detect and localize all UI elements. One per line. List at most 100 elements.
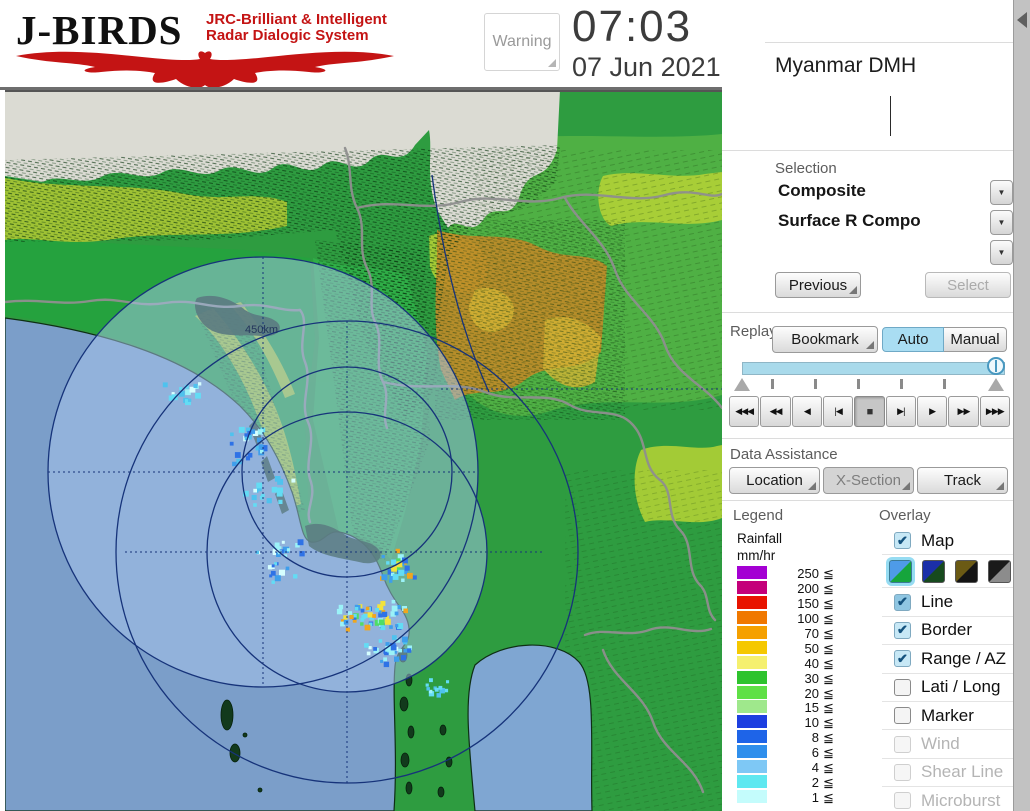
legend-comparator: ≦ (823, 595, 834, 611)
replay-slider-track[interactable] (742, 362, 1005, 375)
legend-entry: 6 ≦ (737, 745, 847, 760)
legend-entry: 200 ≦ (737, 580, 847, 596)
location-button[interactable]: Location (729, 467, 820, 494)
replay-tick (900, 379, 903, 389)
replay-range-end-marker[interactable] (988, 378, 1004, 391)
track-button[interactable]: Track (917, 467, 1008, 494)
legend-value: 10 (804, 715, 819, 731)
overlay-row-shear-line: Shear Line (882, 759, 1013, 788)
overlay-item-label: Map (921, 530, 955, 550)
legend-comparator: ≦ (823, 580, 834, 596)
legend-comparator: ≦ (823, 760, 834, 776)
clock-date: 07 Jun 2021 (572, 52, 721, 82)
map-style-3[interactable] (955, 559, 978, 583)
legend-value: 30 (804, 670, 819, 686)
legend-value: 100 (797, 610, 819, 626)
overlay-row-map: ✔ Map (882, 527, 1013, 556)
select-button[interactable]: Select (925, 272, 1011, 298)
selection-dropdown-2: ▼ (775, 240, 1013, 266)
map-style-2[interactable] (922, 559, 945, 583)
legend-value: 20 (804, 685, 819, 701)
dropdown-value: Composite (778, 181, 866, 200)
stop-button[interactable]: ■ (854, 396, 885, 427)
legend-scale: 250 ≦ 200 ≦ 150 ≦ 100 ≦ 70 ≦ 50 ≦ 40 ≦ 30 ≦ 20 ≦ 15 ≦ 10 ≦ 8 ≦ 6… (737, 566, 847, 805)
separator (722, 312, 1013, 313)
map-style-1[interactable] (889, 559, 912, 583)
legend-comparator: ≦ (823, 745, 834, 761)
overlay-checkbox[interactable] (894, 707, 911, 725)
selection-label: Selection (775, 160, 837, 177)
play-reverse-button[interactable]: ◀ (791, 396, 822, 427)
jump-end-button[interactable]: ▶▶▶ (979, 396, 1010, 427)
legend-value: 8 (811, 730, 819, 746)
x-section-button[interactable]: X-Section (823, 467, 914, 494)
dropdown-arrow-button[interactable]: ▼ (990, 210, 1013, 235)
legend-value: 50 (804, 640, 819, 656)
fast-forward-button[interactable]: ▶▶ (948, 396, 979, 427)
overlay-row-border: ✔ Border (882, 617, 1013, 646)
separator (722, 500, 1013, 501)
legend-entry: 70 ≦ (737, 625, 847, 641)
legend-entry: 1 ≦ (737, 790, 847, 805)
overlay-checkbox[interactable]: ✔ (894, 650, 911, 668)
legend-color-swatch (737, 580, 767, 594)
legend-color-swatch (737, 775, 767, 789)
dropdown-arrow-button[interactable]: ▼ (990, 240, 1013, 265)
legend-color-swatch (737, 685, 767, 699)
overlay-checkbox[interactable]: ✔ (894, 621, 911, 639)
overlay-checkbox[interactable] (894, 678, 911, 696)
previous-button[interactable]: Previous (775, 272, 861, 298)
jump-start-button[interactable]: ◀◀◀ (729, 396, 760, 427)
legend-value: 200 (797, 580, 819, 596)
play-button[interactable]: ▶ (916, 396, 948, 427)
legend-entry: 2 ≦ (737, 775, 847, 790)
overlay-list: ✔ Map ✔ Line ✔ Border ✔ Range / AZ Lati / Long Ma… (882, 527, 1013, 811)
dropdown-arrow-button[interactable]: ▼ (990, 180, 1013, 205)
replay-slider-handle[interactable] (987, 357, 1005, 375)
legend-entry: 40 ≦ (737, 655, 847, 671)
manual-button[interactable]: Manual (944, 327, 1007, 352)
panel-collapse-strip[interactable] (1013, 0, 1030, 811)
separator (765, 42, 1013, 43)
status-box (775, 92, 1013, 140)
legend-value: 6 (811, 745, 819, 761)
station-name: Myanmar DMH (775, 54, 917, 77)
control-panel: Myanmar DMH Selection Composite ▼ Surface … (722, 0, 1013, 811)
legend-color-swatch (737, 700, 767, 714)
jbirds-logo: J-BIRDS JRC-Brilliant & Intelligent Rada… (10, 4, 480, 88)
texture-east (475, 150, 722, 410)
legend-title-line1: Rainfall (737, 531, 783, 546)
overlay-checkbox[interactable]: ✔ (894, 593, 911, 611)
clock-time: 07:03 (572, 2, 693, 51)
auto-button[interactable]: Auto (882, 327, 944, 352)
legend-color-swatch (737, 760, 767, 774)
overlay-row-range-az: ✔ Range / AZ (882, 645, 1013, 674)
overlay-item-label: Lati / Long (921, 677, 1001, 697)
legend-entry: 15 ≦ (737, 700, 847, 715)
overlay-item-label: Wind (921, 734, 960, 754)
replay-range-start-marker[interactable] (734, 378, 750, 391)
warning-button[interactable]: Warning (484, 13, 560, 71)
collapse-arrow-icon (1017, 12, 1027, 28)
legend-comparator: ≦ (823, 715, 834, 731)
legend-color-swatch (737, 730, 767, 744)
overlay-checkbox[interactable]: ✔ (894, 532, 911, 550)
playback-controls: ◀◀◀ ◀◀ ◀ |◀ ■ ▶| ▶ ▶▶ ▶▶▶ (729, 396, 1010, 427)
legend-value: 250 (797, 566, 819, 581)
legend-comparator: ≦ (823, 610, 834, 626)
fast-rewind-button[interactable]: ◀◀ (760, 396, 791, 427)
legend-color-swatch (737, 625, 767, 639)
legend-color-swatch (737, 566, 767, 579)
map-style-4[interactable] (988, 559, 1011, 583)
legend-comparator: ≦ (823, 730, 834, 746)
bookmark-button[interactable]: Bookmark (772, 326, 878, 353)
legend-comparator: ≦ (823, 670, 834, 686)
radar-map[interactable]: 450km (5, 90, 722, 811)
replay-tick (857, 379, 860, 389)
status-box-divider (890, 96, 891, 136)
step-back-button[interactable]: |◀ (822, 396, 854, 427)
overlay-row-line: ✔ Line (882, 588, 1013, 617)
overlay-label: Overlay (879, 507, 931, 524)
legend-comparator: ≦ (823, 566, 834, 581)
step-forward-button[interactable]: ▶| (885, 396, 916, 427)
